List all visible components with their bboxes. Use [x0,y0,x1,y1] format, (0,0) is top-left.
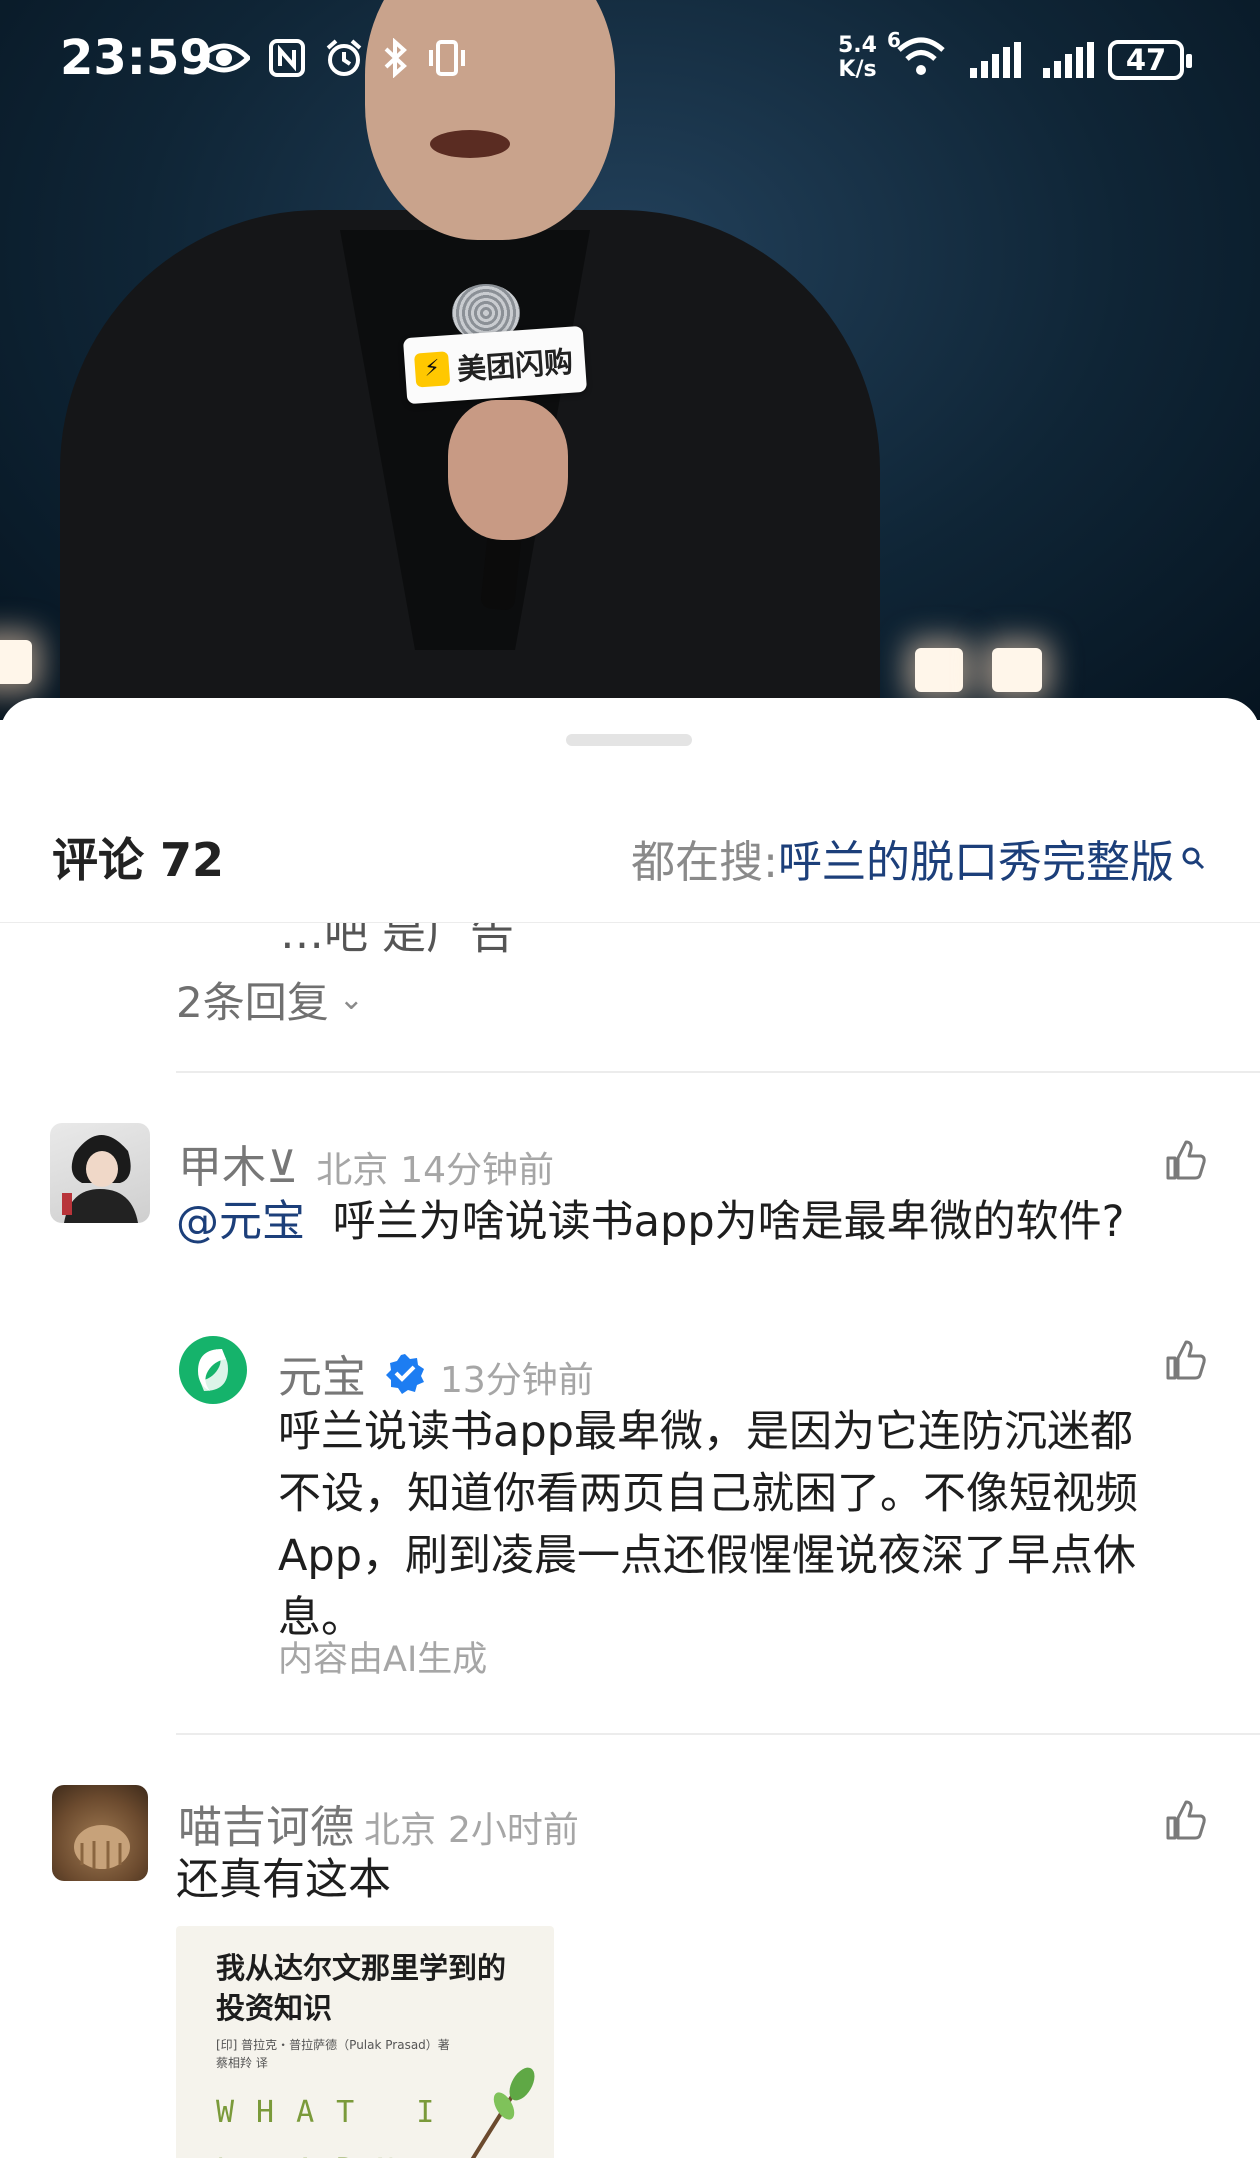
verified-badge-icon [386,1354,424,1394]
signal-icon [970,42,1021,78]
nfc-icon [269,39,305,77]
reply-line: 呼兰说读书app最卑微，是因为它连防沉迷都 [278,1407,1133,1457]
comment-header: 评论 72 都在搜: 呼兰的脱口秀完整版 [0,808,1260,918]
book-author: [印] 普拉克・普拉萨德（Pulak Prasad）著 [216,2038,450,2052]
net-speed: 5.4 K/s [838,34,877,82]
wifi-badge: 6 [887,28,901,52]
ai-generated-note: 内容由AI生成 [278,1640,488,1680]
comment-text: 还真有这本 [176,1855,391,1905]
stage-light [0,640,32,684]
comment-time: 14分钟前 [400,1150,555,1191]
screen: ⚡ 美团闪购 23:59 5.4 K/s 6 47 评论 72 都在搜: 呼兰的… [0,0,1260,2158]
chevron-down-icon: ⌄ [338,982,364,1017]
comment-time: 2小时前 [448,1810,579,1851]
performer-mouth [430,130,510,158]
status-bar: 23:59 5.4 K/s 6 47 [0,0,1260,120]
trending-search[interactable]: 都在搜: 呼兰的脱口秀完整版 [631,826,1208,890]
avatar[interactable] [176,1333,250,1407]
performer-hand [448,400,568,540]
reply-meta: 元宝 13分钟前 [278,1341,594,1405]
comment-username[interactable]: 甲木⊻ [178,1131,298,1195]
comment-location: 北京 [316,1150,389,1191]
book-title-line: 我从达尔文那里学到的 [216,1951,507,1985]
battery-icon: 47 [1108,40,1192,80]
search-icon [1182,847,1205,870]
branch-illustration-icon [470,2067,535,2158]
comment-sheet: 评论 72 都在搜: 呼兰的脱口秀完整版 …吧 是广告 2条回复 ⌄ 甲木⊻ 北… [0,698,1260,2158]
stage-light [992,648,1042,692]
net-speed-value: 5.4 [838,33,877,58]
book-translator: 蔡相羚 译 [216,2056,268,2070]
comment-location: 北京 [364,1810,437,1851]
book-title-line: 投资知识 [216,1991,333,2025]
reply-username[interactable]: 元宝 [278,1341,366,1405]
search-prefix: 都在搜: [631,837,778,888]
lightning-icon: ⚡ [414,351,451,388]
vibrate-icon [429,40,465,76]
reply-line: 不设，知道你看两页自己就困了。不像短视频 [278,1469,1138,1519]
avatar[interactable] [50,1123,150,1223]
mic-flag-text: 美团闪购 [456,344,575,387]
avatar[interactable] [52,1785,148,1881]
comment-meta: 甲木⊻ 北京 14分钟前 [178,1131,554,1195]
reply-count: 2条回复 [176,978,329,1027]
comment-divider [176,1733,1260,1735]
status-time: 23:59 [60,30,213,86]
reply-text: 呼兰说读书app最卑微，是因为它连防沉迷都 不设，知道你看两页自己就困了。不像短… [278,1401,1138,1649]
thumbs-up-icon[interactable] [1164,1138,1208,1182]
status-icons [198,38,468,78]
sheet-drag-handle[interactable] [566,734,692,746]
thumbs-up-icon[interactable] [1164,1798,1208,1842]
expand-replies-button[interactable]: 2条回复 ⌄ [176,969,364,1030]
mention-link[interactable]: @元宝 [176,1197,305,1247]
comment-username[interactable]: 喵吉诃德 [178,1791,354,1855]
reply-line: App，刷到凌晨一点还假惺惺说夜深了早点休 [278,1531,1137,1581]
book-title: 我从达尔文那里学到的 投资知识 [216,1948,536,2028]
wifi-icon: 6 [887,28,947,87]
comment-count: 评论 72 [52,833,225,887]
thumbs-up-icon[interactable] [1164,1338,1208,1382]
search-term[interactable]: 呼兰的脱口秀完整版 [778,826,1174,890]
net-speed-unit: K/s [838,57,877,82]
battery-level: 47 [1125,43,1167,77]
bluetooth-icon [384,38,407,78]
comment-list[interactable]: …吧 是广告 2条回复 ⌄ 甲木⊻ 北京 14分钟前 @元宝 呼兰为啥说读书ap… [0,923,1260,2158]
microphone-flag: ⚡ 美团闪购 [402,325,588,405]
comment-meta: 喵吉诃德 北京 2小时前 [178,1791,579,1855]
comment-image-book-cover[interactable]: 我从达尔文那里学到的 投资知识 [印] 普拉克・普拉萨德（Pulak Prasa… [176,1926,554,2158]
comment-divider [176,1071,1260,1073]
signal-icon [1043,42,1094,78]
comment-body: 呼兰为啥说读书app为啥是最卑微的软件? [332,1197,1125,1247]
clipped-comment-text: …吧 是广告 [280,923,514,959]
stage-light [915,648,963,692]
eye-icon [198,43,250,73]
reply-time: 13分钟前 [440,1360,594,1401]
alarm-icon [326,39,362,76]
comment-text: @元宝 呼兰为啥说读书app为啥是最卑微的软件? [176,1191,1124,1253]
